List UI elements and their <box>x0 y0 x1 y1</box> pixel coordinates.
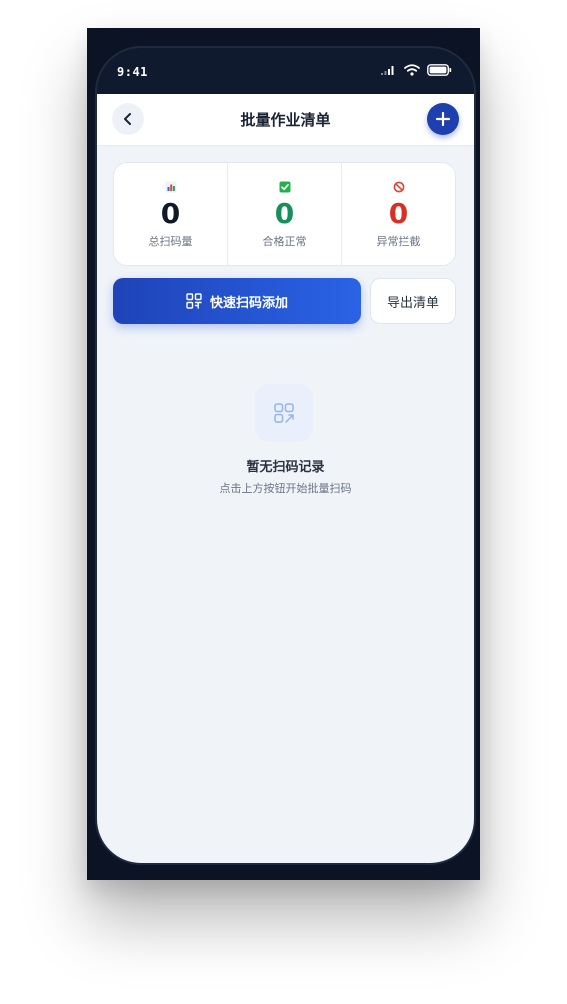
wifi-icon <box>404 64 420 76</box>
empty-state-subtitle: 点击上方按钮开始批量扫码 <box>219 482 352 495</box>
check-mark-icon <box>279 181 290 193</box>
stat-label: 总扫码量 <box>148 235 193 248</box>
battery-icon <box>427 64 452 76</box>
stat-label: 合格正常 <box>262 235 307 248</box>
phone-frame: 9:41 批量作业清单 0 总扫码量 0 合格正常 0 异常拦截 快速扫码添加 … <box>95 46 476 865</box>
status-icons <box>381 64 452 76</box>
qr-scan-icon <box>186 293 202 309</box>
stat-label: 异常拦截 <box>376 235 421 248</box>
status-bar: 9:41 <box>97 48 474 94</box>
plus-icon <box>436 112 450 126</box>
prohibited-icon <box>393 181 404 193</box>
export-list-button[interactable]: 导出清单 <box>370 278 456 324</box>
nav-bar: 批量作业清单 <box>97 94 474 146</box>
empty-state-title: 暂无扫码记录 <box>246 460 325 475</box>
empty-state-icon-box <box>255 384 313 442</box>
stat-value: 0 <box>160 197 181 230</box>
export-list-label: 导出清单 <box>386 295 439 311</box>
status-time: 9:41 <box>117 65 148 79</box>
scan-code-icon <box>274 403 294 423</box>
cellular-signal-icon <box>381 66 394 75</box>
page-title: 批量作业清单 <box>240 111 331 129</box>
device-backdrop: 9:41 批量作业清单 0 总扫码量 0 合格正常 0 异常拦截 快速扫码添加 … <box>87 28 480 880</box>
stat-blocked: 0 异常拦截 <box>341 163 455 265</box>
bar-chart-icon <box>165 181 176 193</box>
stats-card: 0 总扫码量 0 合格正常 0 异常拦截 <box>113 162 456 266</box>
stat-value: 0 <box>388 197 409 230</box>
add-button[interactable] <box>427 103 459 135</box>
app-screen: 批量作业清单 0 总扫码量 0 合格正常 0 异常拦截 快速扫码添加 导出清单 … <box>97 94 474 863</box>
quick-scan-label: 快速扫码添加 <box>209 295 288 311</box>
stat-total-scans: 0 总扫码量 <box>114 163 227 265</box>
stat-value: 0 <box>274 197 295 230</box>
quick-scan-button[interactable]: 快速扫码添加 <box>113 278 361 324</box>
stat-passed: 0 合格正常 <box>227 163 341 265</box>
